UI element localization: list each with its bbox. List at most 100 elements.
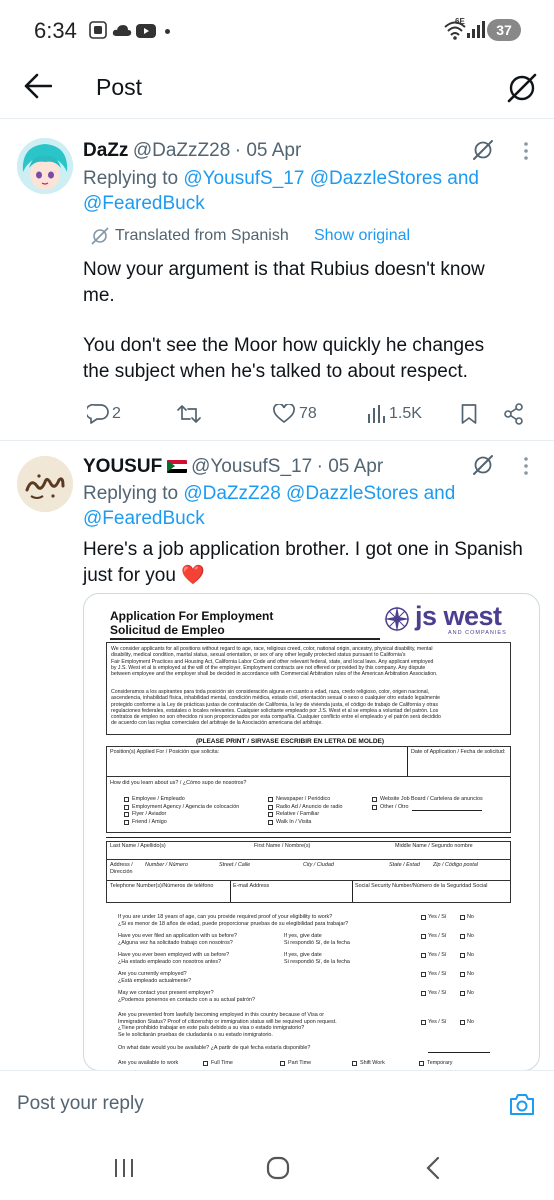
option-label: Website Job Board / Cartelera de anuncio… — [380, 796, 483, 802]
checkbox[interactable] — [372, 804, 377, 810]
and-link[interactable]: and — [424, 483, 456, 504]
back-arrow-icon[interactable] — [24, 73, 52, 99]
author-name[interactable]: DaZz — [83, 140, 128, 161]
replying-prefix: Replying to — [83, 483, 179, 504]
replying-prefix: Replying to — [83, 168, 179, 189]
reply-input[interactable]: Post your reply — [17, 1093, 144, 1115]
checkbox[interactable] — [352, 1061, 357, 1066]
logo-subtext: AND COMPANIES — [448, 630, 507, 636]
mention-link[interactable]: @DaZzZ28 — [183, 483, 280, 504]
checkbox[interactable] — [268, 804, 273, 810]
checkbox[interactable] — [280, 1061, 285, 1066]
and-link[interactable]: and — [447, 168, 479, 189]
reply-icon — [87, 404, 109, 424]
cloud-icon — [112, 24, 132, 37]
checkbox[interactable] — [460, 991, 465, 996]
checkbox[interactable] — [419, 1061, 424, 1066]
author-handle[interactable]: @DaZzZ28 — [133, 140, 230, 161]
mention-link[interactable]: @FearedBuck — [83, 193, 205, 214]
checkbox[interactable] — [421, 1020, 426, 1025]
separator — [106, 837, 511, 838]
page-title: Post — [96, 74, 143, 100]
si-resp-label: Si respondió Sí, de la fecha — [284, 939, 350, 946]
mention-link[interactable]: @YousufS_17 — [183, 168, 304, 189]
job-application-image[interactable]: Application For Employment Solicitud de … — [83, 593, 540, 1071]
checkbox[interactable] — [460, 953, 465, 958]
camera-icon[interactable] — [509, 1092, 535, 1116]
checkbox[interactable] — [460, 1020, 465, 1025]
checkbox[interactable] — [124, 797, 129, 802]
question-es: ¿Ha estado empleado con nosotros antes? — [118, 958, 222, 965]
share-icon[interactable] — [504, 403, 524, 425]
repost-icon — [177, 405, 201, 423]
option-label: Radio Ad / Anuncio de radio — [276, 803, 343, 810]
home-icon[interactable] — [266, 1156, 290, 1180]
option-label: Newspaper / Periódico — [276, 796, 331, 802]
post-date: · 05 Apr — [316, 456, 384, 477]
checkbox[interactable] — [421, 972, 426, 977]
text-line: Now your argument is that Rubius doesn't… — [83, 259, 485, 280]
option-label: Employee / Empleado — [132, 796, 185, 802]
doc-title-en: Application For Employment — [110, 609, 274, 623]
disclaimer-box: We consider applicants for all positions… — [106, 642, 511, 735]
checkbox[interactable] — [124, 812, 129, 817]
checkbox-label: No — [467, 990, 474, 996]
question-en: Have you ever filed an application with … — [118, 933, 237, 939]
like-count: 78 — [299, 405, 317, 422]
checkbox[interactable] — [372, 797, 377, 802]
option-label: Other / Otro — [380, 803, 409, 810]
checkbox[interactable] — [268, 819, 273, 825]
checkbox[interactable] — [203, 1061, 208, 1066]
author-handle[interactable]: @YousufS_17 — [191, 456, 312, 477]
flag-icon — [166, 460, 187, 473]
repost-button[interactable] — [177, 404, 201, 424]
option-label: Employment Agency / Agencia de colocació… — [132, 803, 240, 810]
question-en: May we contact your present employer? — [118, 990, 214, 996]
avatar-yousuf[interactable] — [17, 456, 73, 512]
bookmark-icon[interactable] — [461, 404, 477, 424]
text-line: the subject when he's talked to about re… — [83, 360, 468, 382]
checkbox[interactable] — [124, 804, 129, 810]
question-es: ¿Está empleado actualmente? — [118, 977, 192, 984]
checkbox[interactable] — [124, 819, 129, 825]
translated-label: Translated from Spanish — [115, 227, 289, 244]
checkbox-label: No — [467, 971, 474, 977]
status-time: 6:34 — [34, 18, 77, 43]
checkbox[interactable] — [460, 972, 465, 977]
mention-link[interactable]: @DazzleStores — [286, 483, 418, 504]
checkbox[interactable] — [421, 915, 426, 920]
grok-icon[interactable] — [472, 454, 494, 476]
checkbox-label: Yes / Sí — [428, 952, 447, 958]
notification-dot — [165, 29, 170, 34]
checkbox[interactable] — [268, 797, 273, 802]
views-button[interactable]: 1.5K — [367, 404, 422, 424]
option-label: Relative / Familiar — [276, 811, 320, 817]
recent-apps-icon[interactable] — [113, 1157, 135, 1179]
grok-icon[interactable] — [506, 72, 538, 104]
avatar-dazz[interactable] — [17, 138, 73, 194]
checkbox[interactable] — [421, 991, 426, 996]
reply-bar: Post your reply — [0, 1070, 554, 1137]
checkbox[interactable] — [268, 812, 273, 817]
text-line: just for you — [83, 564, 176, 586]
more-options-icon[interactable] — [523, 456, 529, 476]
checkbox[interactable] — [421, 934, 426, 939]
author-name[interactable]: YOUSUF — [83, 456, 162, 477]
reply-button[interactable]: 2 — [87, 404, 121, 424]
mention-link[interactable]: @DazzleStores — [310, 168, 442, 189]
battery-indicator: 37 — [487, 19, 521, 41]
grok-icon[interactable] — [472, 139, 494, 161]
text-line: Here's a job application brother. I got … — [83, 539, 523, 560]
more-options-icon[interactable] — [523, 141, 529, 161]
views-count: 1.5K — [389, 405, 422, 422]
mention-link[interactable]: @FearedBuck — [83, 508, 205, 529]
heart-emoji: ❤️ — [181, 564, 205, 586]
back-icon[interactable] — [425, 1156, 441, 1180]
checkbox[interactable] — [421, 953, 426, 958]
show-original-link[interactable]: Show original — [314, 227, 410, 245]
name-box: Last Name / Apellido(s) First Name / Nom… — [106, 841, 511, 859]
checkbox[interactable] — [460, 934, 465, 939]
like-button[interactable]: 78 — [273, 404, 317, 424]
question-en: Are you currently employed? — [118, 971, 187, 977]
checkbox[interactable] — [460, 915, 465, 920]
